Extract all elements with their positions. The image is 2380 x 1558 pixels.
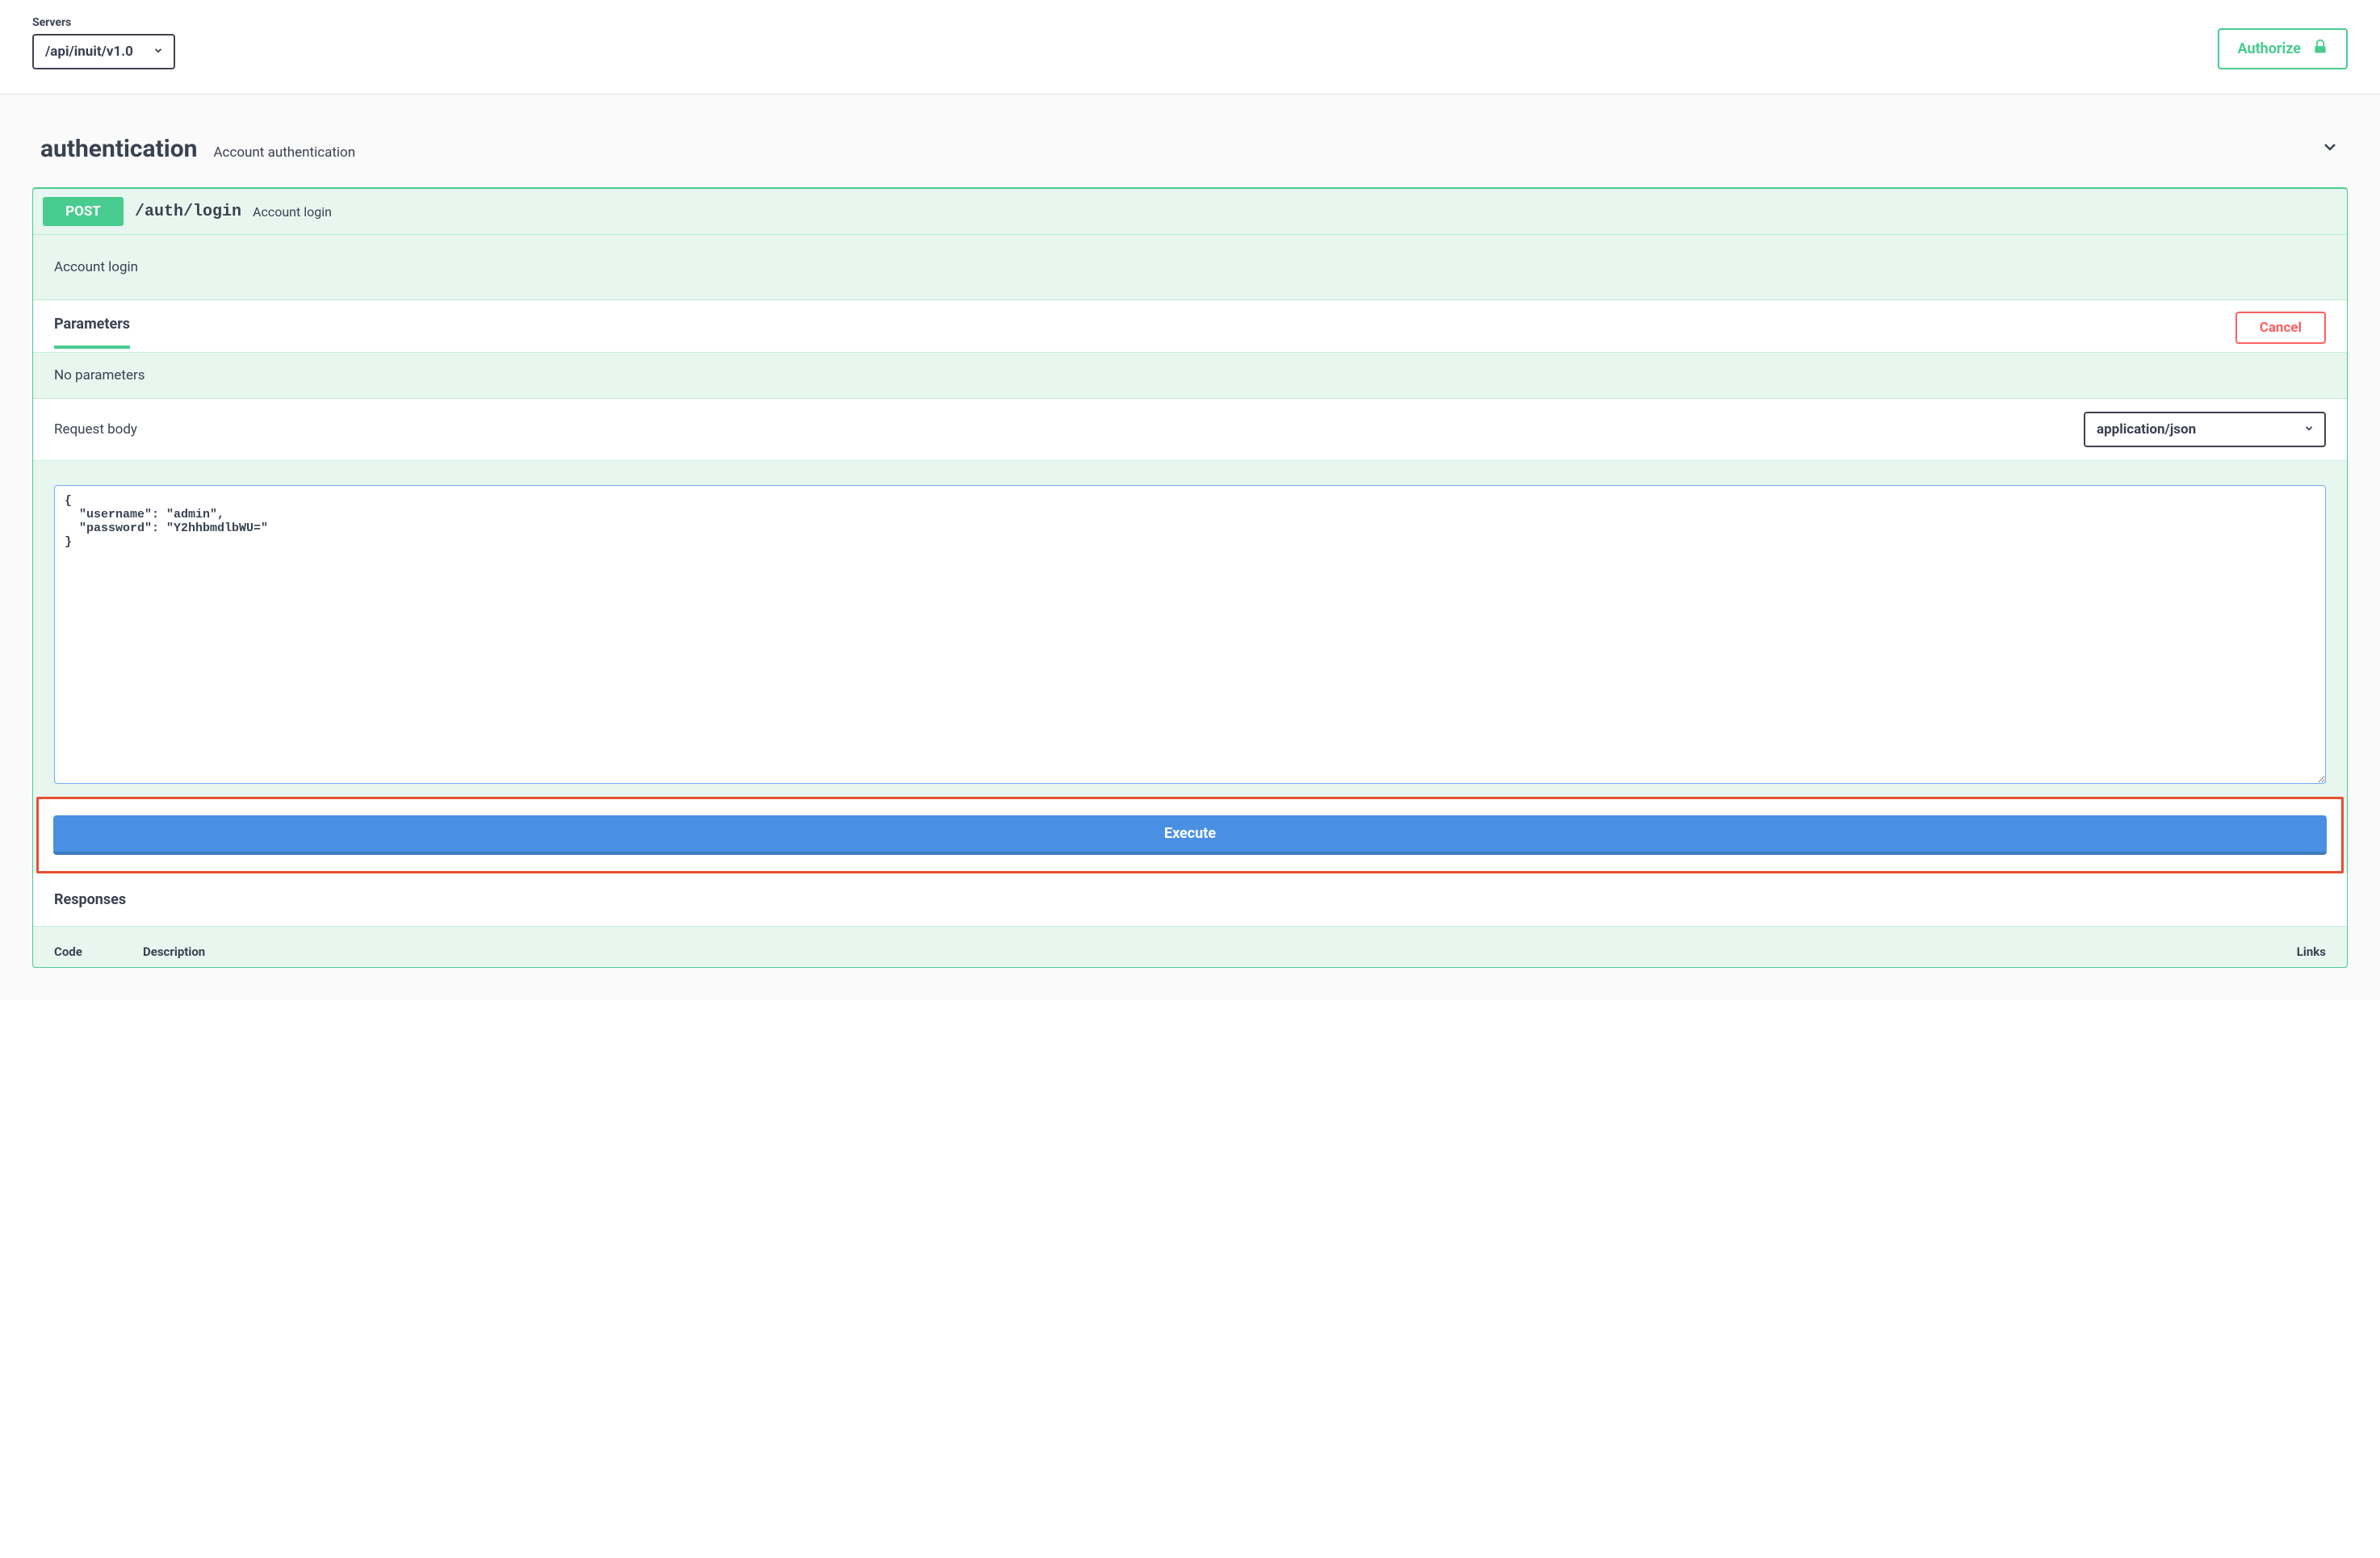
operation-description: Account login bbox=[33, 235, 2347, 300]
operation-block: POST /auth/login Account login Account l… bbox=[32, 187, 2348, 968]
content-type-select[interactable]: application/json bbox=[2084, 412, 2326, 447]
authorize-button[interactable]: Authorize bbox=[2218, 28, 2348, 69]
no-parameters-text: No parameters bbox=[33, 353, 2347, 399]
col-links-label: Links bbox=[2245, 944, 2326, 959]
cancel-button[interactable]: Cancel bbox=[2235, 312, 2326, 344]
responses-table-header: Code Description Links bbox=[33, 927, 2347, 967]
request-body-label: Request body bbox=[54, 421, 137, 438]
col-code-label: Code bbox=[54, 944, 143, 959]
tag-header[interactable]: authentication Account authentication bbox=[32, 127, 2348, 187]
operation-path: /auth/login bbox=[135, 203, 241, 221]
responses-label: Responses bbox=[33, 873, 2347, 927]
tag-description: Account authentication bbox=[213, 144, 355, 161]
tag-header-left: authentication Account authentication bbox=[40, 135, 355, 163]
servers-select-wrap: /api/inuit/v1.0 bbox=[32, 34, 175, 69]
http-method-badge: POST bbox=[43, 197, 124, 226]
execute-highlight-box: Execute bbox=[36, 797, 2344, 873]
parameters-label: Parameters bbox=[54, 316, 130, 349]
request-body-header: Request body application/json bbox=[33, 399, 2347, 461]
request-body-area bbox=[33, 461, 2347, 797]
operation-summary[interactable]: POST /auth/login Account login bbox=[33, 189, 2347, 235]
content-type-wrap: application/json bbox=[2084, 412, 2326, 447]
col-description-label: Description bbox=[143, 944, 2245, 959]
content-area: authentication Account authentication PO… bbox=[0, 94, 2380, 1000]
servers-section: Servers /api/inuit/v1.0 bbox=[32, 16, 175, 69]
authorize-label: Authorize bbox=[2237, 40, 2301, 57]
servers-select[interactable]: /api/inuit/v1.0 bbox=[32, 34, 175, 69]
operation-summary-text: Account login bbox=[253, 204, 332, 220]
lock-icon bbox=[2312, 38, 2328, 60]
execute-button[interactable]: Execute bbox=[53, 815, 2327, 855]
request-body-textarea[interactable] bbox=[54, 485, 2326, 784]
tag-name: authentication bbox=[40, 135, 197, 163]
servers-label: Servers bbox=[32, 16, 175, 29]
chevron-down-icon[interactable] bbox=[2320, 137, 2340, 157]
top-bar: Servers /api/inuit/v1.0 Authorize bbox=[0, 0, 2380, 94]
parameters-header: Parameters Cancel bbox=[33, 300, 2347, 353]
